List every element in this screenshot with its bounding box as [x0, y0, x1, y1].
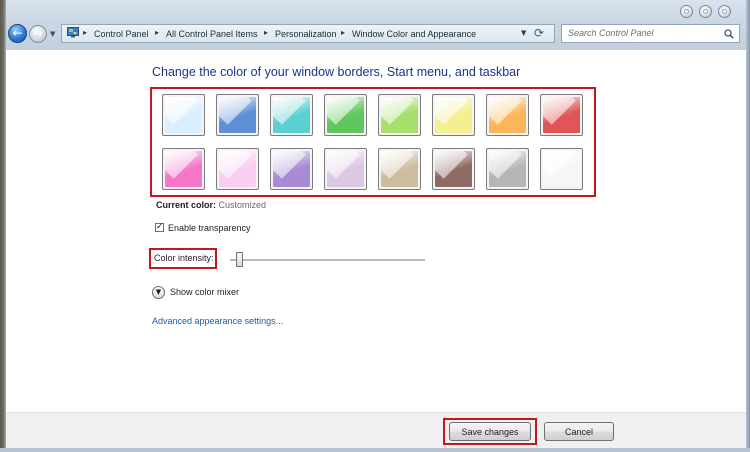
swatch-color-fill [327, 151, 364, 187]
swatch-color-fill [381, 151, 418, 187]
color-swatch-frost[interactable] [540, 148, 583, 190]
search-icon[interactable] [724, 29, 734, 39]
color-swatch-ruby[interactable] [540, 94, 583, 136]
forward-button[interactable]: → [29, 25, 47, 43]
breadcrumb-all-items[interactable]: All Control Panel Items [166, 29, 258, 39]
breadcrumb-separator: ▸ [264, 28, 269, 37]
title-bar: ← → ▼ ▸ Control Panel ▸ All Control Pane… [0, 0, 750, 50]
color-intensity-highlight: Color intensity: [149, 248, 217, 269]
swatch-color-fill [165, 97, 202, 133]
swatch-color-fill [219, 151, 256, 187]
color-swatch-pumpkin[interactable] [486, 94, 529, 136]
current-color-label: Current color: [156, 200, 217, 210]
current-color-text: Current color: Customized [156, 200, 266, 210]
swatch-color-fill [435, 151, 472, 187]
history-dropdown[interactable]: ▼ [50, 30, 55, 38]
close-button[interactable] [718, 5, 731, 18]
color-swatch-lime[interactable] [378, 94, 421, 136]
arrow-right-icon: → [33, 27, 43, 40]
swatch-color-fill [273, 97, 310, 133]
search-box[interactable] [561, 24, 740, 43]
chevron-down-circle-icon[interactable]: ▼ [152, 286, 165, 299]
breadcrumb-personalization[interactable]: Personalization [275, 29, 337, 39]
swatch-color-fill [435, 97, 472, 133]
window-frame-right [746, 0, 750, 452]
enable-transparency-label[interactable]: Enable transparency [168, 223, 251, 233]
color-intensity-label: Color intensity: [154, 253, 214, 263]
advanced-appearance-link[interactable]: Advanced appearance settings... [152, 316, 283, 326]
color-swatch-twilight[interactable] [216, 94, 259, 136]
color-swatch-sea[interactable] [270, 94, 313, 136]
enable-transparency-checkbox[interactable]: ✓ [155, 223, 164, 232]
back-button[interactable]: ← [8, 24, 27, 43]
swatch-color-fill [543, 97, 580, 133]
maximize-button[interactable] [699, 5, 712, 18]
current-color-value: Customized [218, 200, 267, 210]
checkmark-icon: ✓ [156, 222, 164, 232]
swatch-color-fill [489, 97, 526, 133]
color-swatch-lemon[interactable] [432, 94, 475, 136]
cancel-button[interactable]: Cancel [544, 422, 614, 441]
color-swatch-sky[interactable] [162, 94, 205, 136]
color-intensity-slider-track[interactable] [230, 259, 425, 262]
address-bar[interactable]: ▸ Control Panel ▸ All Control Panel Item… [61, 24, 555, 43]
swatch-color-fill [489, 151, 526, 187]
window: ← → ▼ ▸ Control Panel ▸ All Control Pane… [0, 0, 750, 452]
breadcrumb-separator: ▸ [341, 28, 346, 37]
search-input[interactable] [568, 28, 718, 38]
breadcrumb-control-panel[interactable]: Control Panel [94, 29, 149, 39]
color-intensity-slider-thumb[interactable] [235, 252, 243, 267]
arrow-left-icon: ← [12, 26, 23, 40]
chevron-down-icon: ▼ [50, 30, 56, 38]
swatch-color-fill [273, 151, 310, 187]
swatch-color-fill [165, 151, 202, 187]
minimize-button[interactable] [680, 5, 693, 18]
swatch-color-fill [381, 97, 418, 133]
control-panel-icon [67, 27, 79, 38]
command-bar: Save changes Cancel [6, 412, 746, 449]
color-swatch-blush[interactable] [216, 148, 259, 190]
color-swatch-violet[interactable] [270, 148, 313, 190]
color-swatch-taupe[interactable] [378, 148, 421, 190]
refresh-icon[interactable]: ⟳ [534, 26, 544, 40]
breadcrumb-separator: ▸ [83, 28, 88, 37]
content-area: Change the color of your window borders,… [6, 50, 746, 412]
show-color-mixer-label[interactable]: Show color mixer [170, 287, 239, 297]
chevron-down-icon[interactable]: ▼ [521, 29, 526, 37]
save-changes-button[interactable]: Save changes [449, 422, 531, 441]
color-swatch-lavender[interactable] [324, 148, 367, 190]
swatch-color-fill [219, 97, 256, 133]
color-swatch-fuchsia[interactable] [162, 148, 205, 190]
swatch-color-fill [543, 151, 580, 187]
swatch-color-fill [327, 97, 364, 133]
page-title: Change the color of your window borders,… [152, 65, 521, 79]
color-swatch-slate[interactable] [486, 148, 529, 190]
window-frame-bottom [0, 448, 750, 452]
color-swatch-chocolate[interactable] [432, 148, 475, 190]
breadcrumb-window-color[interactable]: Window Color and Appearance [352, 29, 476, 39]
color-swatch-leaf[interactable] [324, 94, 367, 136]
breadcrumb-separator: ▸ [155, 28, 160, 37]
show-color-mixer-toggle[interactable]: ▼ Show color mixer [152, 286, 272, 300]
